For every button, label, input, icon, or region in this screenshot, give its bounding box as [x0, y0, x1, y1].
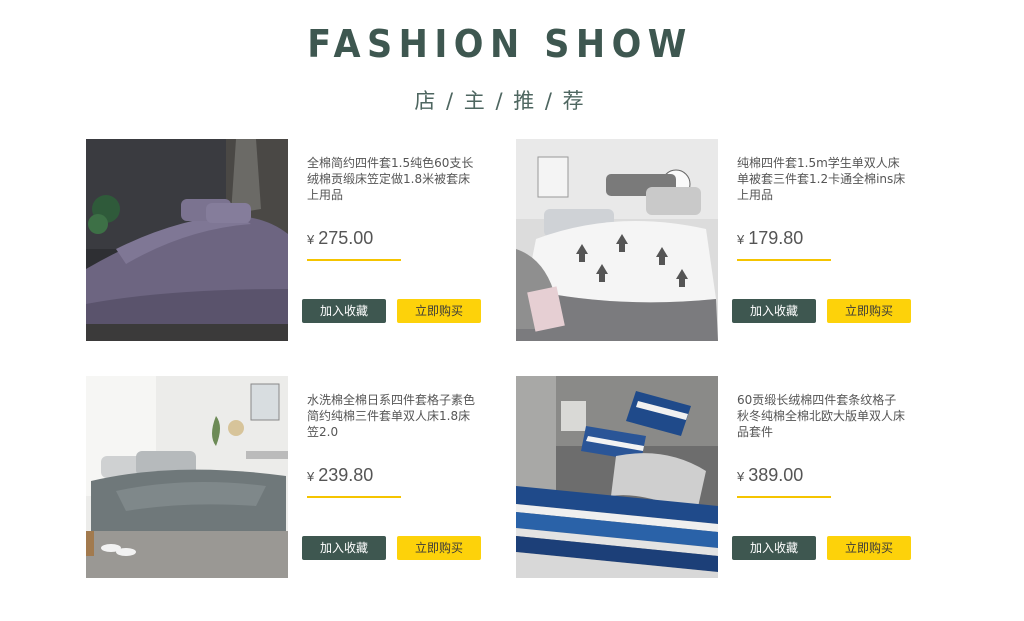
currency-symbol: ¥: [737, 232, 745, 247]
product-name[interactable]: 水洗棉全棉日系四件套格子素色简约纯棉三件套单双人床1.8床笠2.0: [307, 392, 477, 440]
product-name[interactable]: 全棉简约四件套1.5纯色60支长绒棉贡缎床笠定做1.8米被套床上用品: [307, 155, 477, 203]
add-to-favorites-button[interactable]: 加入收藏: [732, 536, 816, 560]
product-card: 纯棉四件套1.5m学生单双人床单被套三件套1.2卡通全棉ins床上用品 ¥179…: [516, 139, 916, 343]
add-to-favorites-button[interactable]: 加入收藏: [732, 299, 816, 323]
buy-now-button[interactable]: 立即购买: [827, 536, 911, 560]
add-to-favorites-button[interactable]: 加入收藏: [302, 536, 386, 560]
price-value: 179.80: [748, 228, 804, 248]
price-value: 275.00: [318, 228, 374, 248]
product-image-striped-bedding[interactable]: [516, 376, 718, 578]
page-subtitle: 店 / 主 / 推 / 荐: [414, 89, 586, 113]
product-image-deer-print-bedding[interactable]: [516, 139, 718, 341]
buy-now-button[interactable]: 立即购买: [397, 299, 481, 323]
currency-symbol: ¥: [307, 232, 315, 247]
product-card: 水洗棉全棉日系四件套格子素色简约纯棉三件套单双人床1.8床笠2.0 ¥239.8…: [86, 376, 486, 580]
add-to-favorites-button[interactable]: 加入收藏: [302, 299, 386, 323]
price-value: 239.80: [318, 465, 374, 485]
product-image-grey-bedding[interactable]: [86, 376, 288, 578]
product-image-purple-bedding[interactable]: [86, 139, 288, 341]
product-price: ¥389.00: [737, 465, 831, 498]
buy-now-button[interactable]: 立即购买: [827, 299, 911, 323]
buy-now-button[interactable]: 立即购买: [397, 536, 481, 560]
product-price: ¥179.80: [737, 228, 831, 261]
product-card: 全棉简约四件套1.5纯色60支长绒棉贡缎床笠定做1.8米被套床上用品 ¥275.…: [86, 139, 486, 343]
currency-symbol: ¥: [737, 469, 745, 484]
currency-symbol: ¥: [307, 469, 315, 484]
page-title: FASHION SHOW: [307, 22, 693, 66]
product-price: ¥275.00: [307, 228, 401, 261]
product-price: ¥239.80: [307, 465, 401, 498]
product-name[interactable]: 60贡缎长绒棉四件套条纹格子秋冬纯棉全棉北欧大版单双人床品套件: [737, 392, 907, 440]
price-value: 389.00: [748, 465, 804, 485]
product-name[interactable]: 纯棉四件套1.5m学生单双人床单被套三件套1.2卡通全棉ins床上用品: [737, 155, 907, 203]
product-card: 60贡缎长绒棉四件套条纹格子秋冬纯棉全棉北欧大版单双人床品套件 ¥389.00 …: [516, 376, 916, 580]
